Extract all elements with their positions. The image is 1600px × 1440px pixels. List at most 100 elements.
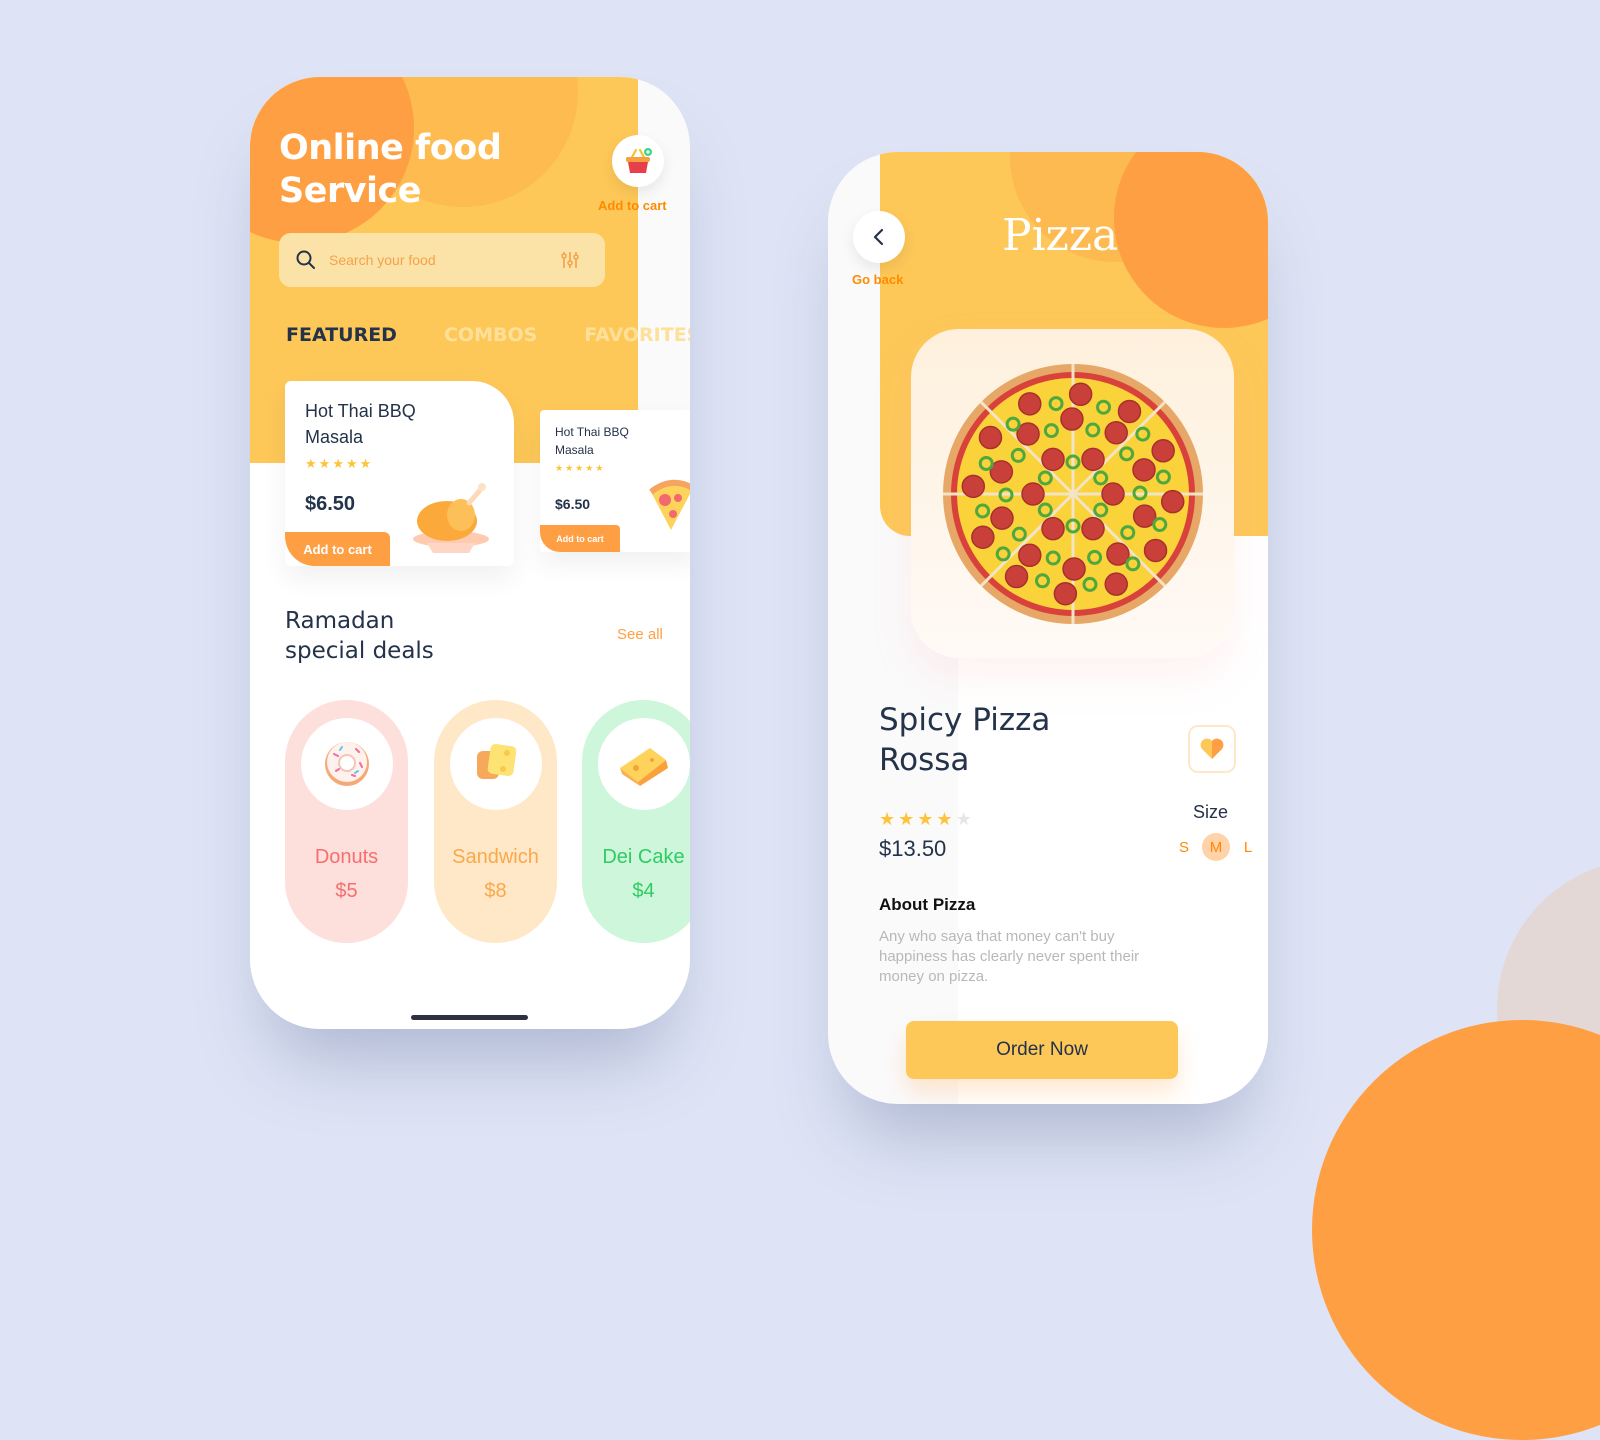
star-icon: ★ <box>898 809 915 829</box>
star-icon: ★ <box>879 809 896 829</box>
about-title: About Pizza <box>879 895 976 914</box>
star-icon: ★ <box>318 456 331 471</box>
tab-combos[interactable]: COMBOS <box>444 324 537 346</box>
deal-name: Donuts <box>314 846 379 868</box>
food-name: Hot Thai BBQ Masala <box>555 423 629 459</box>
order-now-button[interactable]: Order Now <box>906 1021 1178 1079</box>
star-icon: ★ <box>555 463 564 473</box>
star-icon: ★ <box>955 809 972 829</box>
favorite-button[interactable] <box>1188 725 1236 773</box>
pepperoni <box>1131 457 1156 482</box>
deal-card-sandwich[interactable]: Sandwich $8 <box>434 700 557 943</box>
size-option-s[interactable]: S <box>1170 833 1198 861</box>
pepperoni <box>1105 541 1130 566</box>
size-option-m[interactable]: M <box>1202 833 1230 861</box>
featured-card[interactable]: Hot Thai BBQ Masala ★ ★ ★ ★ ★ $6.50 Add to c… <box>285 381 514 566</box>
pepperoni <box>1100 481 1125 506</box>
chevron-left-icon <box>873 228 884 246</box>
star-icon: ★ <box>585 463 594 473</box>
pepperoni <box>1080 516 1105 540</box>
pepperoni <box>970 524 995 549</box>
product-name: Spicy Pizza Rossa <box>879 700 1050 780</box>
pepperoni <box>978 425 1002 449</box>
star-icon: ★ <box>595 463 604 473</box>
pepperoni <box>1040 516 1065 540</box>
section-title: Ramadan special deals <box>285 606 434 666</box>
deal-thumbnail <box>450 718 542 810</box>
pepperoni <box>1103 420 1128 444</box>
tab-featured[interactable]: FEATURED <box>286 324 397 346</box>
deal-thumbnail <box>598 718 690 810</box>
pepperoni <box>1020 481 1045 506</box>
about-text: Any who saya that money can't buy happin… <box>879 928 1140 985</box>
go-back-label[interactable]: Go back <box>852 272 903 287</box>
category-tabs: FEATURED COMBOS FAVORITES <box>286 324 690 346</box>
roast-chicken-icon <box>413 483 489 553</box>
pepperoni <box>1061 556 1086 581</box>
pepperoni <box>1080 447 1105 471</box>
food-name-line: Masala <box>305 427 364 447</box>
decorative-circle <box>1114 152 1268 328</box>
pepperoni <box>1040 447 1065 471</box>
search-icon <box>296 250 315 269</box>
tab-favorites[interactable]: FAVORITES <box>584 324 690 346</box>
product-price: $13.50 <box>879 836 947 861</box>
search-input[interactable] <box>327 251 551 269</box>
home-indicator[interactable] <box>411 1015 528 1020</box>
star-icon: ★ <box>305 456 317 471</box>
pepperoni <box>1015 421 1040 446</box>
donut-icon <box>325 742 369 786</box>
pepperoni <box>1017 391 1042 416</box>
star-icon: ★ <box>565 463 574 473</box>
add-to-cart-label[interactable]: Add to cart <box>598 198 667 213</box>
filter-icon[interactable] <box>559 249 581 271</box>
deal-card-donuts[interactable]: Donuts $5 <box>285 700 408 943</box>
deal-card-dei-cake[interactable]: Dei Cake $4 <box>582 700 690 943</box>
basket-icon <box>626 148 652 173</box>
food-name-line: Hot Thai BBQ <box>305 401 416 421</box>
add-to-cart-button[interactable]: Add to cart <box>285 532 390 566</box>
size-selector: S M L <box>1170 833 1266 861</box>
size-option-l[interactable]: L <box>1234 833 1262 861</box>
pepperoni <box>1103 571 1128 596</box>
food-price: $6.50 <box>555 496 591 512</box>
home-screen: Online food Service Add to cart FEATURED… <box>250 77 690 1029</box>
pepperoni <box>1068 382 1092 406</box>
pizza-image <box>942 363 1203 624</box>
see-all-link[interactable]: See all <box>617 626 663 643</box>
star-icon: ★ <box>917 809 934 829</box>
deal-name: Dei Cake <box>602 846 685 868</box>
title-line: Service <box>279 171 422 211</box>
food-price: $6.50 <box>305 493 356 515</box>
rating-stars: ★ ★ ★ ★ ★ <box>305 456 371 472</box>
pepperoni <box>1150 438 1175 463</box>
decorative-circle-orange <box>1312 1020 1600 1440</box>
search-bar[interactable] <box>279 233 605 287</box>
section-title-line: special deals <box>285 638 434 664</box>
featured-card[interactable]: Hot Thai BBQ Masala ★ ★ ★ ★ ★ $6.50 Add to c… <box>540 410 690 552</box>
size-label: Size <box>1193 802 1229 822</box>
pepperoni <box>1059 406 1084 431</box>
deal-thumbnail <box>301 718 393 810</box>
rating-stars: ★ ★ ★ ★ ★ <box>555 463 603 474</box>
add-to-cart-button[interactable]: Add to cart <box>540 525 620 552</box>
star-icon: ★ <box>345 456 358 471</box>
pepperoni <box>1160 489 1184 513</box>
product-name-line: Spicy Pizza <box>879 702 1051 738</box>
pizza-slice-icon <box>649 479 690 530</box>
food-name: Hot Thai BBQ Masala <box>305 398 416 450</box>
detail-screen: Go back Pizza Spicy Pizza Rossa ★ ★ ★ ★ ★ $1… <box>828 152 1268 1104</box>
cheese-icon <box>620 748 668 786</box>
heart-icon <box>1200 738 1224 759</box>
rating-stars: ★ ★ ★ ★ ★ <box>879 809 972 830</box>
sandwich-icon <box>477 743 517 779</box>
deal-price: $5 <box>335 880 358 902</box>
category-title: Pizza <box>1002 210 1119 261</box>
product-name-line: Rossa <box>879 742 970 778</box>
go-back-button[interactable] <box>853 211 905 263</box>
star-icon: ★ <box>575 463 584 473</box>
title-line: Online food <box>279 128 502 168</box>
add-to-cart-button[interactable] <box>612 135 664 187</box>
food-name-line: Masala <box>555 443 594 457</box>
star-icon: ★ <box>359 456 372 471</box>
